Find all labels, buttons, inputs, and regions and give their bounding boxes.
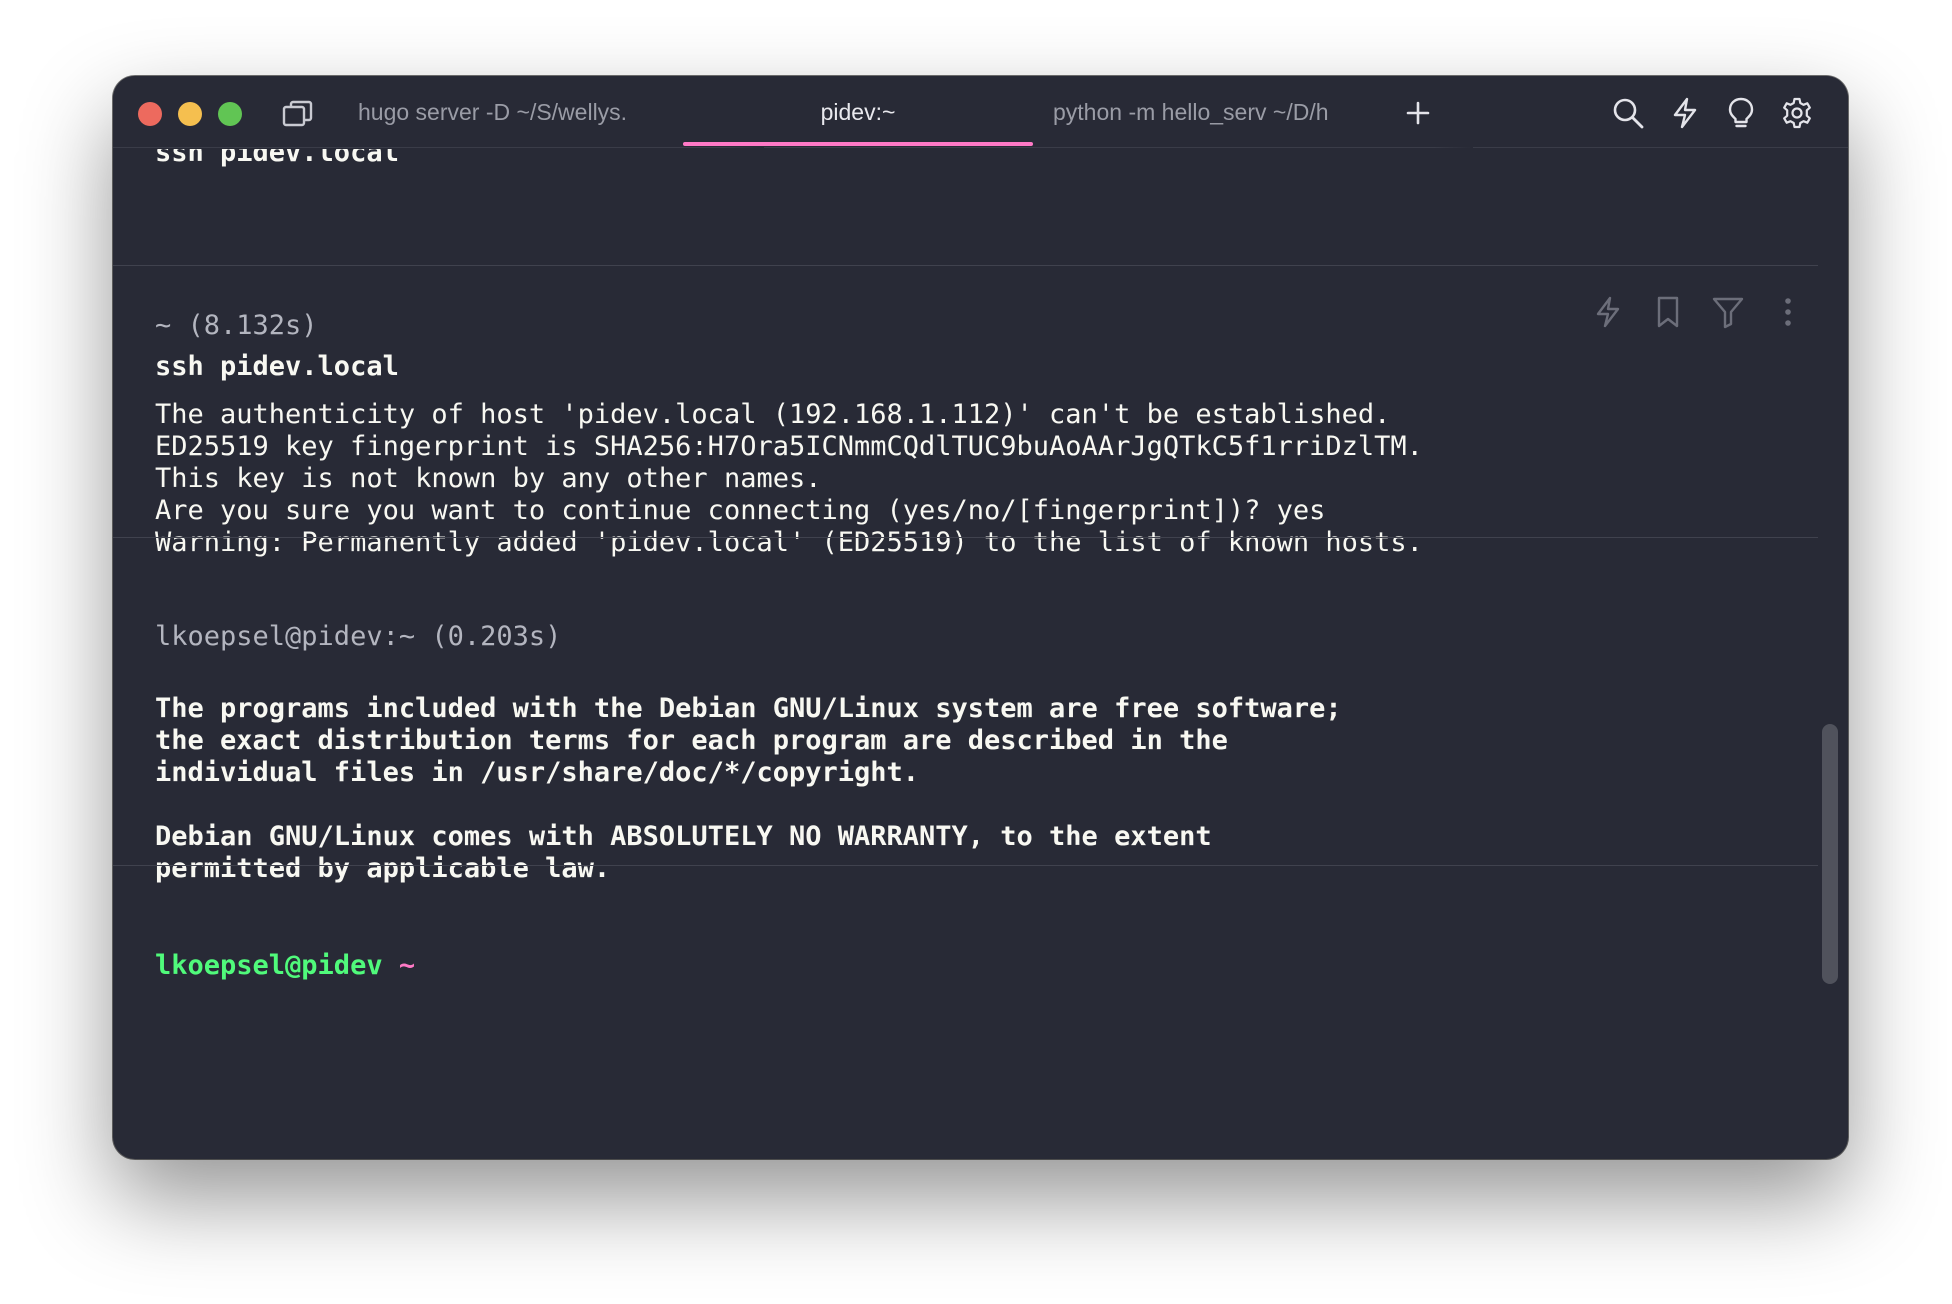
- active-tab-indicator: [683, 142, 1033, 146]
- scrollbar-thumb[interactable]: [1822, 724, 1838, 984]
- title-bar: hugo server -D ~/S/wellys. pidev:~ pytho…: [113, 76, 1848, 148]
- new-tab-plus-icon[interactable]: [1403, 98, 1433, 128]
- previous-command: ssh pidev.local: [155, 149, 399, 168]
- tab-label: python -m hello_serv ~/D/h: [1053, 98, 1329, 125]
- output-line: Warning: Permanently added 'pidev.local'…: [155, 527, 1423, 558]
- terminal-output[interactable]: ssh pidev.local ~ (8.132s) ssh pidev.loc…: [113, 149, 1848, 1159]
- output-line: permitted by applicable law.: [155, 853, 611, 884]
- tab-label: hugo server -D ~/S/wellys.: [358, 98, 628, 125]
- block-command: ssh pidev.local: [155, 351, 399, 382]
- prompt-user: lkoepsel@pidev: [155, 950, 383, 981]
- sidebar-toggle-icon[interactable]: [281, 98, 315, 128]
- zoom-window-button[interactable]: [218, 102, 242, 126]
- terminal-window: hugo server -D ~/S/wellys. pidev:~ pytho…: [113, 76, 1848, 1159]
- block-header: lkoepsel@pidev:~ (0.203s): [155, 621, 562, 652]
- search-icon[interactable]: [1611, 96, 1645, 130]
- bookmark-icon[interactable]: [1651, 295, 1685, 331]
- block-separator: [113, 537, 1818, 538]
- lightning-icon[interactable]: [1668, 96, 1702, 130]
- tab-pidev[interactable]: pidev:~: [683, 76, 1033, 148]
- close-window-button[interactable]: [138, 102, 162, 126]
- prompt-path: ~: [398, 950, 416, 981]
- block-header: ~ (8.132s): [155, 310, 318, 341]
- more-options-icon[interactable]: [1771, 295, 1805, 331]
- filter-icon[interactable]: [1711, 295, 1745, 331]
- gear-icon[interactable]: [1780, 96, 1814, 130]
- tab-label: pidev:~: [820, 98, 896, 125]
- input-prompt[interactable]: lkoepsel@pidev ~: [155, 946, 415, 986]
- block-separator: [113, 865, 1818, 866]
- block-separator: [113, 265, 1818, 266]
- lightbulb-icon[interactable]: [1724, 96, 1758, 130]
- output-line: individual files in /usr/share/doc/*/cop…: [155, 757, 920, 788]
- minimize-window-button[interactable]: [178, 102, 202, 126]
- block-workflow-icon[interactable]: [1591, 295, 1625, 331]
